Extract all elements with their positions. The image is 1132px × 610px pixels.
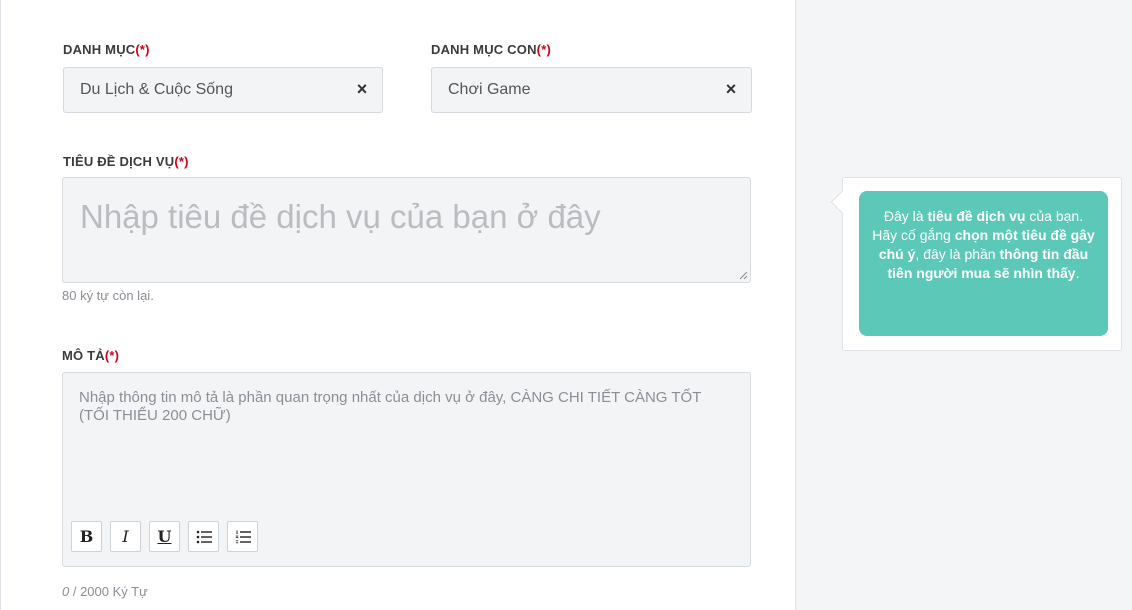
category-value: Du Lịch & Cuộc Sống	[80, 81, 233, 98]
title-label: TIÊU ĐỀ DỊCH VỤ(*)	[63, 154, 189, 169]
bullet-list-button[interactable]	[188, 521, 219, 552]
required-marker: (*)	[135, 42, 150, 57]
character-counter: 0 / 2000 Ký Tự	[62, 584, 148, 599]
tooltip-emphasis: tiêu đề dịch vụ	[927, 208, 1026, 224]
bold-button[interactable]: B	[71, 521, 102, 552]
title-placeholder: Nhập tiêu đề dịch vụ của bạn ở đây	[80, 198, 601, 235]
description-editor[interactable]: Nhập thông tin mô tả là phần quan trọng …	[62, 372, 751, 567]
help-tooltip: Đây là tiêu đề dịch vụ của bạn. Hãy cố g…	[859, 191, 1108, 336]
required-marker: (*)	[174, 154, 189, 169]
clear-icon[interactable]: ×	[354, 80, 370, 98]
italic-button[interactable]: I	[110, 521, 141, 552]
tooltip-text: .	[1075, 265, 1080, 281]
subcategory-value: Chơi Game	[448, 81, 531, 98]
category-select[interactable]: Du Lịch & Cuộc Sống ×	[63, 67, 383, 113]
italic-icon: I	[122, 527, 129, 546]
subcategory-label: DANH MỤC CON(*)	[431, 42, 551, 57]
tooltip-text: , đây là phần	[915, 246, 1000, 262]
description-label: MÔ TẢ(*)	[62, 348, 120, 363]
tooltip-arrow	[830, 190, 854, 214]
underline-icon: U	[157, 527, 172, 546]
tooltip-text: Đây là	[883, 208, 928, 224]
description-placeholder: Nhập thông tin mô tả là phần quan trọng …	[79, 389, 702, 424]
title-remaining-hint: 80 ký tự còn lại.	[62, 288, 154, 303]
numbered-list-button[interactable]	[227, 521, 258, 552]
subcategory-select[interactable]: Chơi Game ×	[431, 67, 752, 113]
category-label: DANH MỤC(*)	[63, 42, 150, 57]
resize-grip-icon[interactable]	[738, 270, 748, 280]
bold-icon: B	[79, 527, 94, 546]
required-marker: (*)	[536, 42, 551, 57]
counter-max: / 2000 Ký Tự	[69, 584, 148, 599]
underline-button[interactable]: U	[149, 521, 180, 552]
help-tooltip-card: Đây là tiêu đề dịch vụ của bạn. Hãy cố g…	[830, 177, 1122, 351]
required-marker: (*)	[104, 348, 120, 363]
editor-toolbar: B I U	[71, 521, 258, 552]
clear-icon[interactable]: ×	[723, 80, 739, 98]
numbered-list-icon	[235, 530, 251, 543]
service-title-textarea[interactable]: Nhập tiêu đề dịch vụ của bạn ở đây	[62, 177, 751, 283]
bullet-list-icon	[196, 530, 212, 543]
